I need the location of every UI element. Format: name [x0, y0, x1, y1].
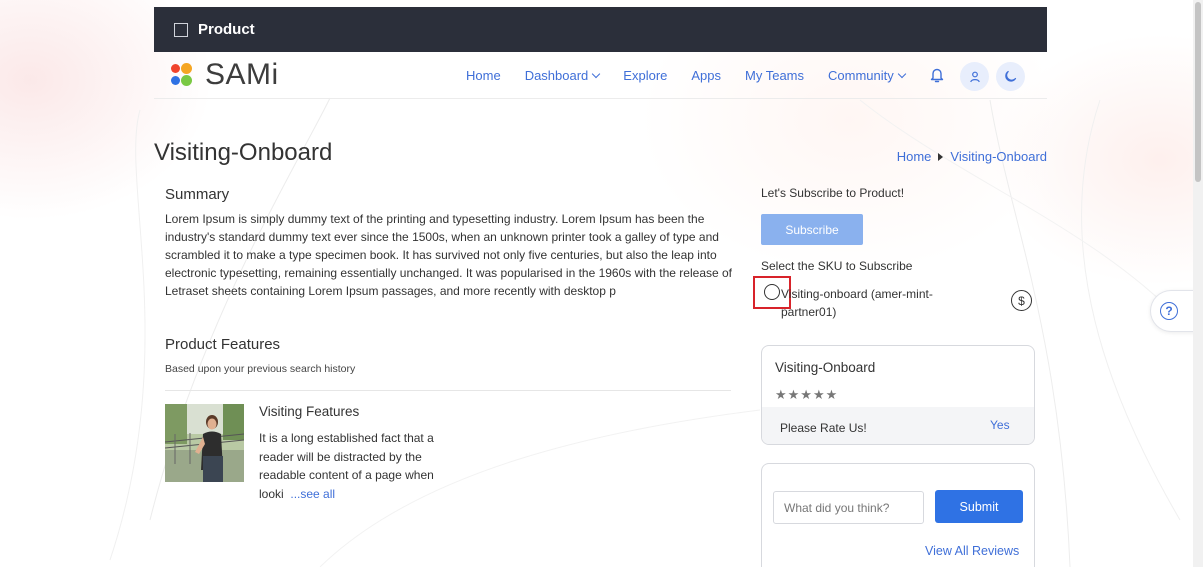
dollar-icon: $ [1011, 290, 1032, 311]
nav-home-label: Home [466, 68, 501, 83]
bell-icon[interactable] [930, 66, 944, 84]
rate-row: Please Rate Us! Yes [762, 407, 1034, 444]
summary-text: Lorem Ipsum is simply dummy text of the … [165, 212, 733, 298]
nav-explore[interactable]: Explore [623, 68, 667, 83]
see-all-link[interactable]: ...see all [290, 487, 335, 501]
user-profile-button[interactable] [960, 62, 989, 91]
feature-text: It is a long established fact that a rea… [259, 431, 434, 501]
feature-description: It is a long established fact that a rea… [259, 429, 441, 503]
scrollbar-thumb[interactable] [1195, 2, 1201, 182]
nav-explore-label: Explore [623, 68, 668, 83]
rate-yes-link[interactable]: Yes [990, 418, 1010, 432]
nav-community-label: Community [828, 68, 894, 83]
person-photo-image [165, 404, 244, 482]
nav-my-teams-label: My Teams [745, 68, 805, 83]
subscribe-button[interactable]: Subscribe [761, 214, 863, 245]
brand-logo[interactable]: SAMi [171, 58, 279, 92]
help-icon: ? [1160, 302, 1178, 320]
nav-apps-label: Apps [691, 68, 722, 83]
rate-prompt: Please Rate Us! [780, 421, 867, 435]
divider [165, 390, 731, 391]
nav-apps[interactable]: Apps [691, 68, 721, 83]
chevron-down-icon [897, 69, 907, 79]
nav-my-teams[interactable]: My Teams [745, 68, 804, 83]
rating-card: Visiting-Onboard ★★★★★ Please Rate Us! Y… [761, 345, 1035, 445]
summary-heading: Summary [165, 186, 230, 203]
features-heading: Product Features [165, 336, 281, 353]
nav-community[interactable]: Community [828, 68, 907, 83]
page-title: Visiting-Onboard [154, 139, 333, 166]
topbar-title: Product [198, 21, 255, 38]
logo-mark-icon [171, 63, 193, 87]
submit-button[interactable]: Submit [935, 490, 1023, 523]
review-card: Submit View All Reviews [761, 463, 1035, 567]
nav-dashboard[interactable]: Dashboard [524, 68, 601, 83]
nav-home[interactable]: Home [466, 68, 501, 83]
breadcrumb-home[interactable]: Home [897, 149, 932, 164]
feature-thumbnail[interactable] [165, 404, 244, 482]
sidebar-toggle-icon[interactable] [174, 22, 188, 37]
user-icon [969, 71, 980, 82]
sku-label: Select the SKU to Subscribe [761, 259, 913, 273]
nav-dashboard-label: Dashboard [524, 68, 589, 83]
breadcrumb-current[interactable]: Visiting-Onboard [950, 149, 1047, 164]
view-all-reviews-link[interactable]: View All Reviews [925, 544, 1019, 558]
product-topbar: Product [154, 7, 1047, 52]
review-input[interactable] [773, 491, 924, 524]
main-navbar: SAMi Home Dashboard Explore Apps My Team… [154, 52, 1047, 99]
star-rating[interactable]: ★★★★★ [775, 387, 838, 403]
page-scrollbar[interactable] [1193, 0, 1203, 567]
features-subheading: Based upon your previous search history [165, 363, 356, 375]
nav-menu: Home Dashboard Explore Apps My Teams Com… [466, 52, 929, 99]
brand-name: SAMi [205, 58, 279, 91]
feature-title: Visiting Features [259, 404, 360, 419]
moon-icon [1005, 70, 1017, 82]
rating-card-title: Visiting-Onboard [775, 360, 876, 375]
chevron-down-icon [592, 69, 601, 79]
breadcrumb: Home Visiting-Onboard [897, 149, 1047, 164]
subscribe-prompt: Let's Subscribe to Product! [761, 186, 905, 200]
breadcrumb-separator-icon [938, 152, 944, 161]
theme-toggle-button[interactable] [996, 62, 1025, 91]
sku-option-label[interactable]: Visiting-onboard (amer-mint-partner01) [781, 285, 971, 321]
